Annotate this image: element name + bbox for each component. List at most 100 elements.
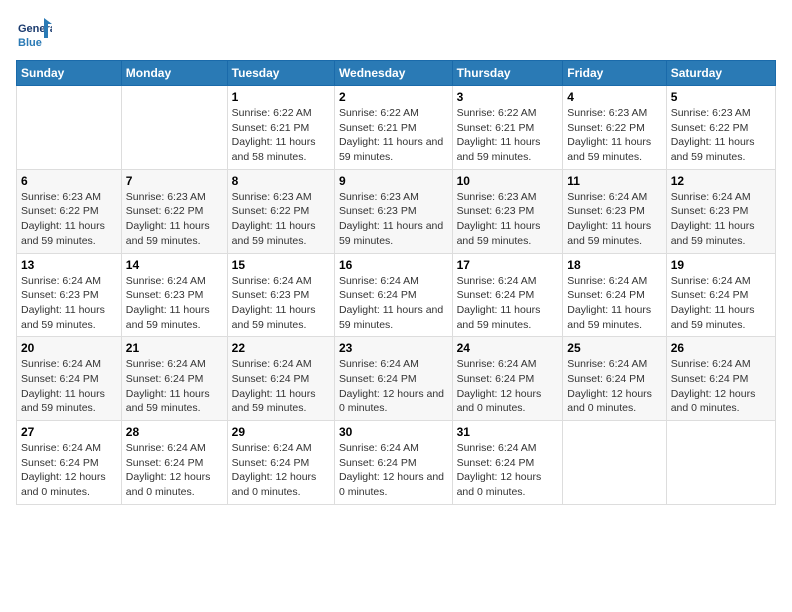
calendar-cell: 2 Sunrise: 6:22 AMSunset: 6:21 PMDaylight… [334, 86, 452, 170]
day-info: Sunrise: 6:24 AMSunset: 6:24 PMDaylight:… [339, 441, 448, 500]
day-info: Sunrise: 6:24 AMSunset: 6:24 PMDaylight:… [21, 441, 117, 500]
calendar-cell: 16 Sunrise: 6:24 AMSunset: 6:24 PMDayligh… [334, 253, 452, 337]
calendar-cell: 29Sunrise: 6:24 AMSunset: 6:24 PMDayligh… [227, 421, 334, 505]
day-number: 4 [567, 90, 661, 104]
calendar-cell: 30 Sunrise: 6:24 AMSunset: 6:24 PMDayligh… [334, 421, 452, 505]
calendar-cell: 26 Sunrise: 6:24 AMSunset: 6:24 PMDayligh… [666, 337, 775, 421]
day-info: Sunrise: 6:23 AMSunset: 6:22 PMDaylight:… [232, 190, 330, 249]
day-info: Sunrise: 6:24 AMSunset: 6:24 PMDaylight:… [671, 274, 771, 333]
day-info: Sunrise: 6:24 AMSunset: 6:24 PMDaylight:… [126, 357, 223, 416]
calendar-cell: 15 Sunrise: 6:24 AMSunset: 6:23 PMDayligh… [227, 253, 334, 337]
calendar-cell: 17 Sunrise: 6:24 AMSunset: 6:24 PMDayligh… [452, 253, 563, 337]
day-info: Sunrise: 6:24 AMSunset: 6:24 PMDaylight:… [339, 274, 448, 333]
calendar-cell: 9 Sunrise: 6:23 AMSunset: 6:23 PMDaylight… [334, 169, 452, 253]
day-info: Sunrise: 6:23 AMSunset: 6:22 PMDaylight:… [126, 190, 223, 249]
day-number: 25 [567, 341, 661, 355]
day-info: Sunrise: 6:24 AMSunset: 6:24 PMDaylight:… [567, 274, 661, 333]
day-number: 20 [21, 341, 117, 355]
calendar-cell: 24 Sunrise: 6:24 AMSunset: 6:24 PMDayligh… [452, 337, 563, 421]
calendar-cell: 21 Sunrise: 6:24 AMSunset: 6:24 PMDayligh… [121, 337, 227, 421]
day-number: 23 [339, 341, 448, 355]
calendar-cell: 14Sunrise: 6:24 AMSunset: 6:23 PMDayligh… [121, 253, 227, 337]
day-number: 13 [21, 258, 117, 272]
calendar-cell: 6 Sunrise: 6:23 AMSunset: 6:22 PMDaylight… [17, 169, 122, 253]
day-number: 21 [126, 341, 223, 355]
calendar-cell: 8 Sunrise: 6:23 AMSunset: 6:22 PMDaylight… [227, 169, 334, 253]
day-info: Sunrise: 6:24 AMSunset: 6:23 PMDaylight:… [21, 274, 117, 333]
calendar-cell: 10 Sunrise: 6:23 AMSunset: 6:23 PMDayligh… [452, 169, 563, 253]
calendar-cell: 31 Sunrise: 6:24 AMSunset: 6:24 PMDayligh… [452, 421, 563, 505]
calendar-cell: 20Sunrise: 6:24 AMSunset: 6:24 PMDayligh… [17, 337, 122, 421]
day-info: Sunrise: 6:23 AMSunset: 6:22 PMDaylight:… [21, 190, 117, 249]
day-number: 7 [126, 174, 223, 188]
day-info: Sunrise: 6:24 AMSunset: 6:24 PMDaylight:… [232, 357, 330, 416]
day-number: 28 [126, 425, 223, 439]
day-number: 5 [671, 90, 771, 104]
day-info: Sunrise: 6:22 AMSunset: 6:21 PMDaylight:… [232, 106, 330, 165]
day-info: Sunrise: 6:24 AMSunset: 6:24 PMDaylight:… [567, 357, 661, 416]
day-info: Sunrise: 6:24 AMSunset: 6:24 PMDaylight:… [457, 441, 559, 500]
logo-svg: General Blue [16, 16, 52, 52]
day-info: Sunrise: 6:24 AMSunset: 6:24 PMDaylight:… [232, 441, 330, 500]
day-info: Sunrise: 6:24 AMSunset: 6:24 PMDaylight:… [457, 274, 559, 333]
day-number: 24 [457, 341, 559, 355]
day-number: 17 [457, 258, 559, 272]
day-number: 9 [339, 174, 448, 188]
day-number: 31 [457, 425, 559, 439]
day-info: Sunrise: 6:22 AMSunset: 6:21 PMDaylight:… [339, 106, 448, 165]
day-number: 19 [671, 258, 771, 272]
day-number: 10 [457, 174, 559, 188]
day-info: Sunrise: 6:22 AMSunset: 6:21 PMDaylight:… [457, 106, 559, 165]
day-info: Sunrise: 6:23 AMSunset: 6:22 PMDaylight:… [671, 106, 771, 165]
weekday-header-monday: Monday [121, 61, 227, 86]
day-number: 22 [232, 341, 330, 355]
day-number: 1 [232, 90, 330, 104]
calendar-cell [17, 86, 122, 170]
day-number: 30 [339, 425, 448, 439]
day-info: Sunrise: 6:23 AMSunset: 6:22 PMDaylight:… [567, 106, 661, 165]
day-info: Sunrise: 6:24 AMSunset: 6:23 PMDaylight:… [567, 190, 661, 249]
calendar-cell: 19 Sunrise: 6:24 AMSunset: 6:24 PMDayligh… [666, 253, 775, 337]
day-number: 11 [567, 174, 661, 188]
day-info: Sunrise: 6:23 AMSunset: 6:23 PMDaylight:… [339, 190, 448, 249]
calendar-cell [563, 421, 666, 505]
day-info: Sunrise: 6:24 AMSunset: 6:24 PMDaylight:… [126, 441, 223, 500]
day-number: 8 [232, 174, 330, 188]
day-info: Sunrise: 6:23 AMSunset: 6:23 PMDaylight:… [457, 190, 559, 249]
calendar-cell: 1 Sunrise: 6:22 AMSunset: 6:21 PMDaylight… [227, 86, 334, 170]
calendar-cell: 7 Sunrise: 6:23 AMSunset: 6:22 PMDaylight… [121, 169, 227, 253]
day-number: 3 [457, 90, 559, 104]
calendar-cell: 13 Sunrise: 6:24 AMSunset: 6:23 PMDayligh… [17, 253, 122, 337]
day-info: Sunrise: 6:24 AMSunset: 6:24 PMDaylight:… [457, 357, 559, 416]
day-info: Sunrise: 6:24 AMSunset: 6:24 PMDaylight:… [671, 357, 771, 416]
calendar-cell: 27 Sunrise: 6:24 AMSunset: 6:24 PMDayligh… [17, 421, 122, 505]
day-number: 14 [126, 258, 223, 272]
day-number: 27 [21, 425, 117, 439]
calendar-cell: 22 Sunrise: 6:24 AMSunset: 6:24 PMDayligh… [227, 337, 334, 421]
calendar-cell [121, 86, 227, 170]
calendar-cell [666, 421, 775, 505]
day-number: 16 [339, 258, 448, 272]
day-number: 15 [232, 258, 330, 272]
calendar-cell: 23 Sunrise: 6:24 AMSunset: 6:24 PMDayligh… [334, 337, 452, 421]
calendar-cell: 4 Sunrise: 6:23 AMSunset: 6:22 PMDaylight… [563, 86, 666, 170]
day-info: Sunrise: 6:24 AMSunset: 6:23 PMDaylight:… [232, 274, 330, 333]
weekday-header-tuesday: Tuesday [227, 61, 334, 86]
day-info: Sunrise: 6:24 AMSunset: 6:23 PMDaylight:… [671, 190, 771, 249]
day-number: 18 [567, 258, 661, 272]
svg-text:Blue: Blue [18, 37, 42, 49]
day-number: 6 [21, 174, 117, 188]
weekday-header-wednesday: Wednesday [334, 61, 452, 86]
calendar-cell: 12Sunrise: 6:24 AMSunset: 6:23 PMDayligh… [666, 169, 775, 253]
calendar-table: SundayMondayTuesdayWednesdayThursdayFrid… [16, 60, 776, 505]
calendar-cell: 3 Sunrise: 6:22 AMSunset: 6:21 PMDaylight… [452, 86, 563, 170]
weekday-header-thursday: Thursday [452, 61, 563, 86]
weekday-header-saturday: Saturday [666, 61, 775, 86]
calendar-cell: 11 Sunrise: 6:24 AMSunset: 6:23 PMDayligh… [563, 169, 666, 253]
calendar-cell: 28 Sunrise: 6:24 AMSunset: 6:24 PMDayligh… [121, 421, 227, 505]
calendar-cell: 18 Sunrise: 6:24 AMSunset: 6:24 PMDayligh… [563, 253, 666, 337]
day-number: 26 [671, 341, 771, 355]
day-info: Sunrise: 6:24 AMSunset: 6:24 PMDaylight:… [339, 357, 448, 416]
page-header: General Blue [16, 16, 776, 52]
day-number: 2 [339, 90, 448, 104]
